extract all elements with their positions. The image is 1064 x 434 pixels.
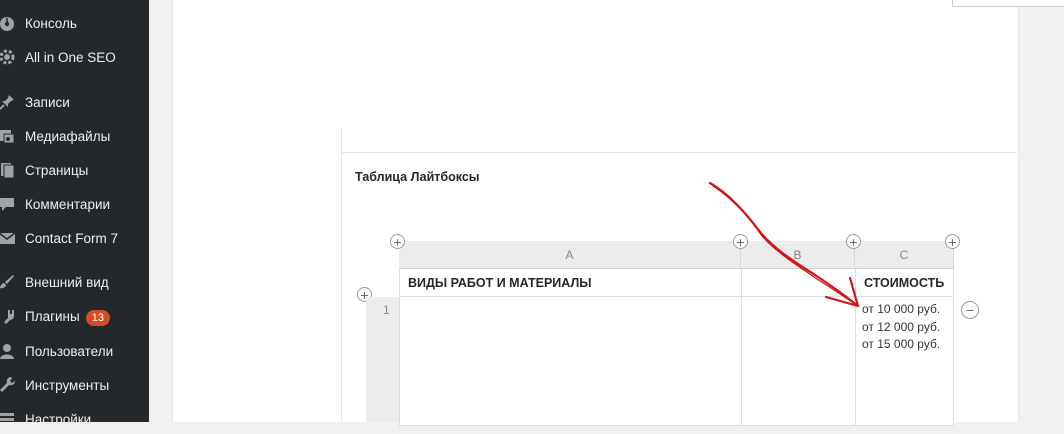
media-icon: [0, 127, 16, 145]
sidebar-item-users[interactable]: Пользователи: [0, 336, 149, 366]
wrench-icon: [0, 376, 16, 394]
sidebar-item-label: Записи: [25, 94, 70, 110]
sidebar-item-pages[interactable]: Страницы: [0, 155, 149, 185]
comment-icon: [0, 195, 16, 213]
add-column-button[interactable]: +: [846, 234, 861, 249]
pin-icon: [0, 93, 16, 111]
sidebar-item-label: Внешний вид: [25, 274, 109, 290]
add-column-button[interactable]: +: [390, 234, 405, 249]
plugin-icon: [0, 308, 16, 326]
sidebar-item-tools[interactable]: Инструменты: [0, 370, 149, 400]
section-title: Таблица Лайтбоксы: [355, 170, 480, 184]
sidebar-item-settings[interactable]: Настройки: [0, 404, 149, 434]
update-count-badge: 13: [85, 309, 110, 326]
column-header-b[interactable]: B: [741, 241, 855, 268]
dashboard-icon: [0, 14, 16, 32]
sidebar-item-label: Комментарии: [25, 196, 111, 212]
remove-row-button[interactable]: −: [961, 301, 979, 319]
sidebar-item-label: Консоль: [25, 15, 77, 31]
table-header-cell[interactable]: [741, 268, 856, 297]
price-cell-text: от 10 000 руб. от 12 000 руб. от 15 000 …: [862, 302, 941, 351]
table-header-cell[interactable]: ВИДЫ РАБОТ И МАТЕРИАЛЫ: [399, 268, 742, 297]
row-number: 1: [383, 303, 390, 317]
add-column-button[interactable]: +: [945, 234, 960, 249]
section-divider: [341, 152, 1017, 153]
column-header-c[interactable]: C: [855, 241, 954, 268]
sidebar-item-appearance[interactable]: Внешний вид: [0, 267, 149, 297]
user-icon: [0, 342, 16, 360]
sidebar-item-label: Инструменты: [25, 377, 110, 393]
sidebar-item-dashboard[interactable]: Консоль: [0, 8, 149, 38]
sidebar-item-label: Страницы: [25, 162, 89, 178]
table-header-cell[interactable]: СТОИМОСТЬ: [855, 268, 954, 297]
sidebar-item-media[interactable]: Медиафайлы: [0, 121, 149, 151]
brush-icon: [0, 273, 16, 291]
sidebar-item-comments[interactable]: Комментарии: [0, 189, 149, 219]
sidebar-item-label: Пользователи: [25, 343, 114, 359]
admin-sidebar: Консоль All in One SEO Записи Медиафайлы…: [0, 0, 149, 427]
sidebar-item-label: Contact Form 7: [25, 230, 119, 246]
table-cell[interactable]: [741, 296, 856, 426]
sidebar-item-label: Медиафайлы: [25, 128, 111, 144]
column-header-a[interactable]: A: [399, 241, 741, 268]
sidebar-item-posts[interactable]: Записи: [0, 87, 149, 117]
settings-icon: [0, 410, 16, 428]
sidebar-item-seo[interactable]: All in One SEO: [0, 42, 149, 72]
pages-icon: [0, 161, 16, 179]
top-right-dropdown[interactable]: [952, 0, 1064, 7]
sidebar-item-label: Настройки: [25, 411, 92, 427]
sidebar-item-label: Плагины: [25, 308, 80, 324]
sidebar-item-contact-form[interactable]: Contact Form 7: [0, 223, 149, 253]
gear-icon: [0, 48, 16, 66]
table-cell[interactable]: [399, 296, 742, 426]
add-column-button[interactable]: +: [733, 234, 748, 249]
redacted-area: [308, 0, 888, 128]
sidebar-item-plugins[interactable]: Плагины 13: [0, 302, 149, 332]
envelope-icon: [0, 229, 16, 247]
sidebar-item-label: All in One SEO: [25, 49, 116, 65]
